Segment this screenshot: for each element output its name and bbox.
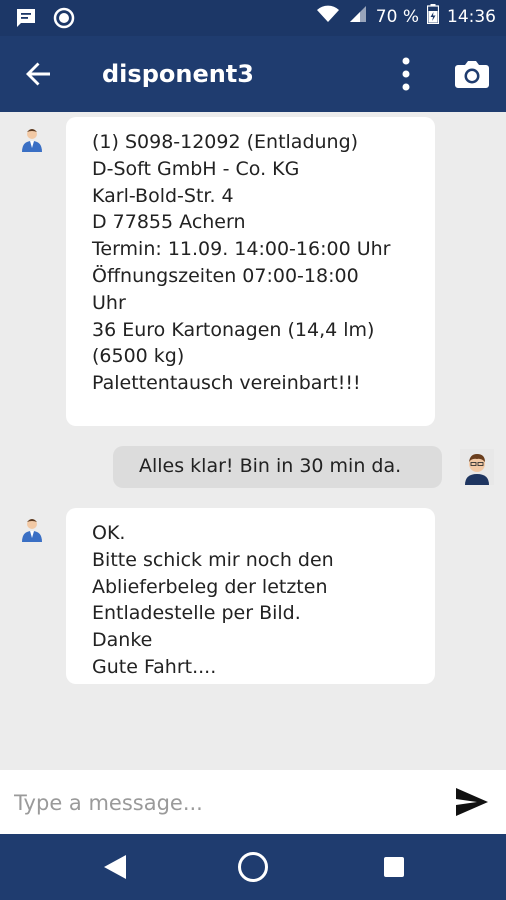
nav-recents-icon[interactable] <box>383 856 405 878</box>
nav-back-icon[interactable] <box>100 852 130 882</box>
message-icon <box>14 6 38 34</box>
outgoing-message-bubble: Alles klar! Bin in 30 min da. <box>113 446 442 488</box>
battery-text: 70 % <box>375 6 419 27</box>
message-input[interactable] <box>12 784 426 822</box>
status-bar: 70 % 14:36 <box>0 0 506 36</box>
conversation-title: disponent3 <box>102 60 254 88</box>
battery-icon <box>426 4 440 29</box>
incoming-message-bubble: OK. Bitte schick mir noch den Ablieferbe… <box>66 508 435 684</box>
wifi-icon <box>316 4 340 29</box>
nav-home-icon[interactable] <box>237 851 269 883</box>
send-icon[interactable] <box>452 784 492 820</box>
incoming-message-bubble: (1) S098-12092 (Entladung) D-Soft GmbH -… <box>66 117 435 426</box>
back-arrow-icon[interactable] <box>20 56 56 92</box>
camera-icon[interactable] <box>452 56 492 92</box>
circle-icon <box>52 6 76 34</box>
signal-icon <box>348 4 368 29</box>
message-composer <box>0 770 506 834</box>
dispatcher-avatar-icon <box>19 126 45 152</box>
chat-area[interactable]: (1) S098-12092 (Entladung) D-Soft GmbH -… <box>0 112 506 770</box>
user-avatar-icon <box>460 449 494 485</box>
more-vertical-icon[interactable] <box>392 54 420 94</box>
clock: 14:36 <box>447 6 496 27</box>
app-bar: disponent3 <box>0 36 506 112</box>
dispatcher-avatar-icon <box>19 516 45 542</box>
system-navigation-bar <box>0 834 506 900</box>
